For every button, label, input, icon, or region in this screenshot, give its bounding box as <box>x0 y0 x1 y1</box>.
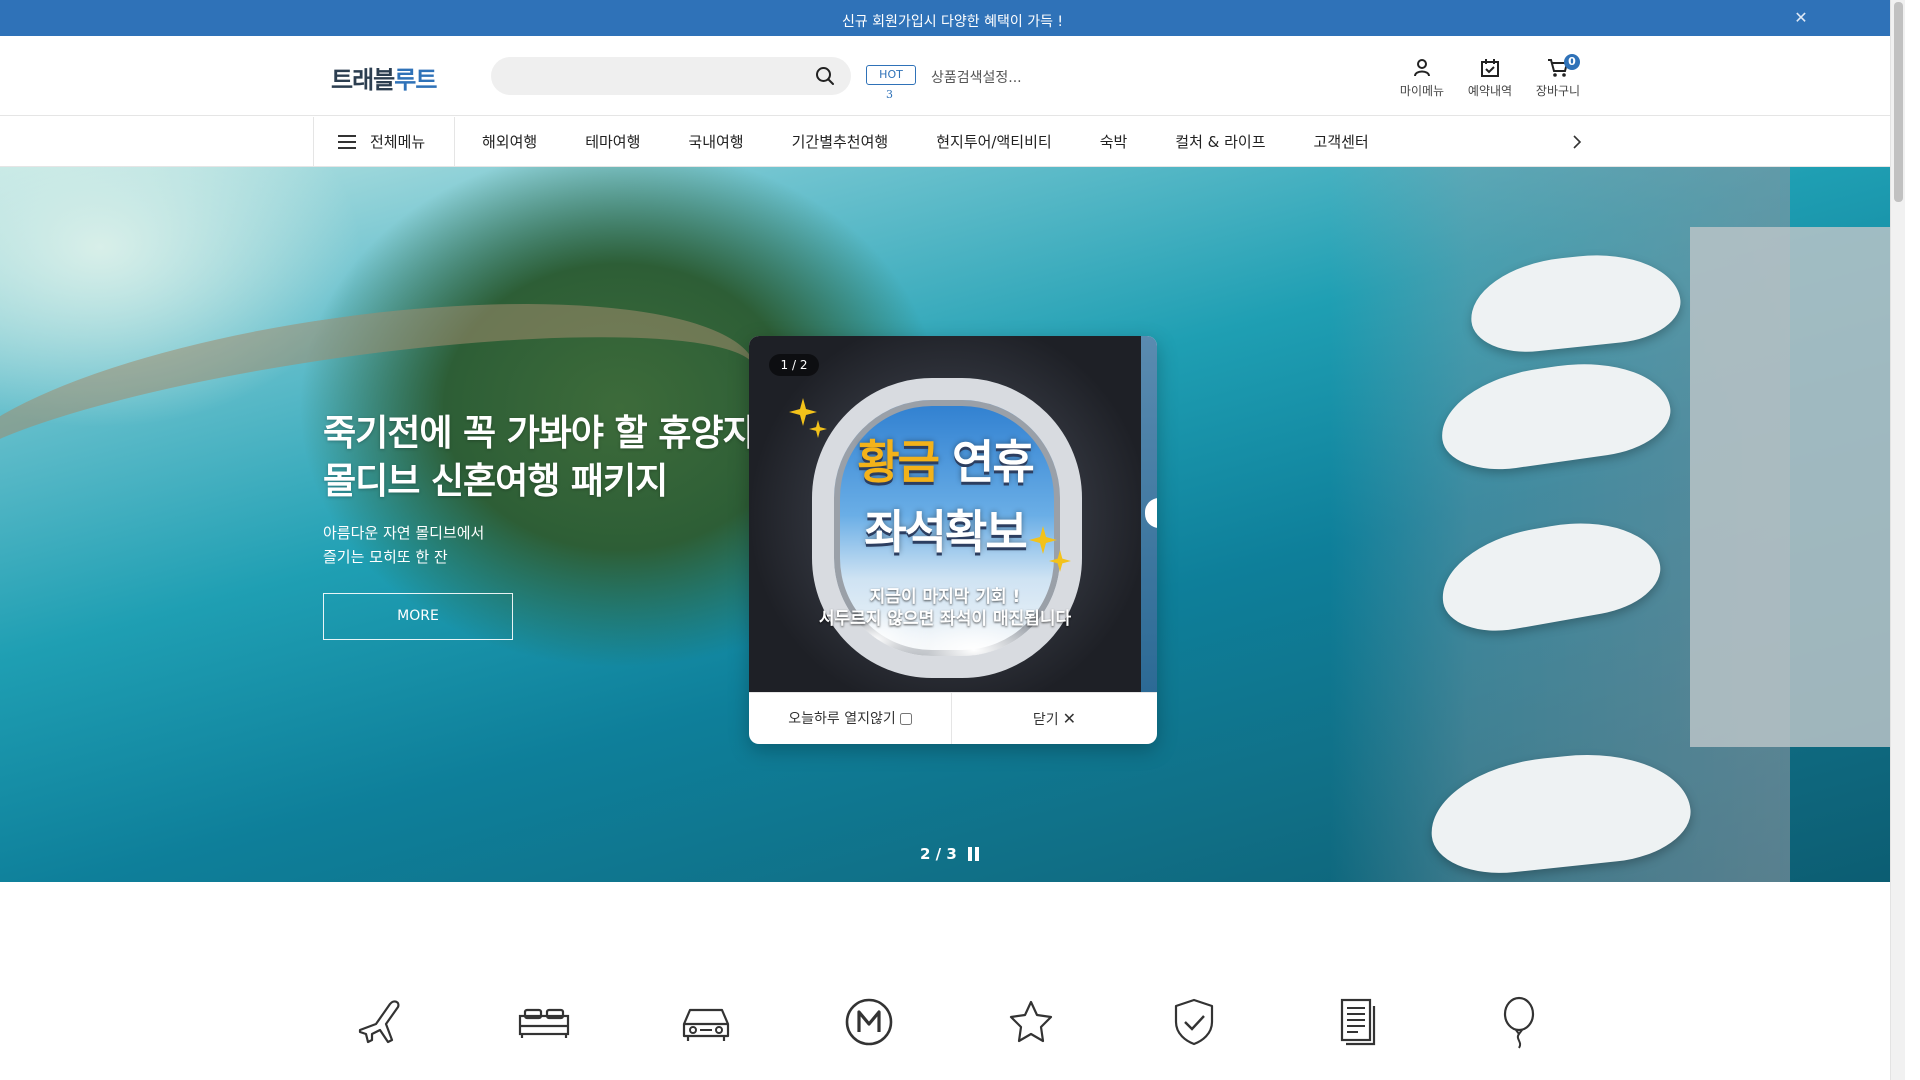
site-header: 트래블루트 HOT 3 상품검색설정... 마이메뉴 예약내역 0 장바구니 <box>0 36 1905 116</box>
search-icon[interactable] <box>815 66 835 86</box>
popup-headline-gold: 황금 <box>857 435 940 489</box>
airplane-icon[interactable] <box>354 994 410 1050</box>
shield-check-icon[interactable] <box>1166 994 1222 1050</box>
slide-counter: 2 / 3 <box>920 845 957 863</box>
pause-icon[interactable] <box>968 847 980 861</box>
popup-headline: 황금 연휴 <box>749 426 1141 492</box>
search-input[interactable] <box>509 66 799 86</box>
all-menu-button[interactable]: 전체메뉴 <box>313 117 455 167</box>
calendar-check-icon <box>1481 59 1499 77</box>
my-menu-label: 마이메뉴 <box>1399 84 1445 98</box>
car-icon[interactable] <box>678 994 734 1050</box>
hero-background-roof <box>1690 227 1905 747</box>
scrollbar-thumb[interactable] <box>1894 2 1903 202</box>
promo-popup: 1 / 2 황금 연휴 좌석확보 지금이 마지막 기회 ! 서두르지 않으면 좌… <box>749 336 1157 744</box>
search-box[interactable] <box>491 57 851 95</box>
close-icon[interactable]: ✕ <box>1793 10 1809 26</box>
main-nav: 전체메뉴 해외여행 테마여행 국내여행 기간별추천여행 현지투어/액티비티 숙박… <box>0 117 1905 167</box>
sparkle-icon <box>1049 550 1071 572</box>
popup-image[interactable]: 1 / 2 황금 연휴 좌석확보 지금이 마지막 기회 ! 서두르지 않으면 좌… <box>749 336 1141 692</box>
popup-headline-white: 연휴 <box>937 435 1035 489</box>
balloon-icon[interactable] <box>1491 994 1547 1050</box>
nav-item-stay[interactable]: 숙박 <box>1076 117 1152 167</box>
hot-badge: HOT <box>866 65 916 85</box>
reservations-label: 예약내역 <box>1467 84 1513 98</box>
close-icon: ✕ <box>1062 709 1077 728</box>
nav-item-culture[interactable]: 컬처 & 라이프 <box>1151 117 1289 167</box>
star-icon[interactable] <box>1003 994 1059 1050</box>
logo-part2: 루트 <box>394 66 437 94</box>
nav-item-overseas[interactable]: 해외여행 <box>458 117 561 167</box>
cart-button[interactable]: 0 장바구니 <box>1526 54 1590 99</box>
popup-headline2: 좌석확보 <box>864 505 1027 559</box>
nav-items: 해외여행 테마여행 국내여행 기간별추천여행 현지투어/액티비티 숙박 컬처 &… <box>458 117 1393 167</box>
nav-item-seasonal[interactable]: 기간별추천여행 <box>768 117 913 167</box>
dont-show-today-checkbox[interactable] <box>899 713 912 725</box>
nav-item-support[interactable]: 고객센터 <box>1290 117 1393 167</box>
hot-rank: 3 <box>886 88 893 101</box>
hamburger-icon <box>338 135 356 149</box>
document-icon[interactable] <box>1328 994 1384 1050</box>
person-icon <box>1414 59 1430 77</box>
hero-title: 죽기전에 꼭 가봐야 할 휴양지 몰디브 신혼여행 패키지 <box>323 413 756 502</box>
signup-banner[interactable]: 신규 회원가입시 다양한 혜택이 가득 ! ✕ <box>0 0 1905 36</box>
logo-part1: 트래블 <box>331 66 395 94</box>
popup-body: 지금이 마지막 기회 ! 서두르지 않으면 좌석이 매진됩니다 <box>818 587 1072 629</box>
more-button[interactable]: MORE <box>323 593 513 640</box>
all-menu-label: 전체메뉴 <box>370 133 426 151</box>
dont-show-today-label: 오늘하루 열지않기 <box>788 711 896 727</box>
bed-icon[interactable] <box>516 994 572 1050</box>
my-menu-button[interactable]: 마이메뉴 <box>1390 58 1454 99</box>
popup-counter: 1 / 2 <box>769 354 819 376</box>
reservations-button[interactable]: 예약내역 <box>1458 58 1522 99</box>
nav-item-domestic[interactable]: 국내여행 <box>664 117 767 167</box>
signup-banner-text: 신규 회원가입시 다양한 혜택이 가득 ! <box>841 14 1064 30</box>
popup-next-slide-peek[interactable] <box>1141 336 1157 692</box>
m-coin-icon[interactable] <box>841 994 897 1050</box>
popup-close-button[interactable]: 닫기 ✕ <box>952 693 1157 744</box>
cart-label: 장바구니 <box>1535 84 1581 98</box>
chevron-right-icon[interactable] <box>1568 133 1586 151</box>
page: 신규 회원가입시 다양한 혜택이 가득 ! ✕ 트래블루트 HOT 3 상품검색… <box>0 0 1905 1080</box>
sparkle-icon <box>809 420 827 438</box>
nav-item-tours[interactable]: 현지투어/액티비티 <box>912 117 1075 167</box>
popup-close-label: 닫기 <box>1032 712 1059 728</box>
nav-item-theme[interactable]: 테마여행 <box>561 117 664 167</box>
trending-keyword[interactable]: 상품검색설정... <box>931 67 1022 87</box>
category-icons <box>323 980 1583 1070</box>
hero-subtitle: 아름다운 자연 몰디브에서 즐기는 모히또 한 잔 <box>323 524 485 566</box>
popup-footer: 오늘하루 열지않기 닫기 ✕ <box>749 692 1157 744</box>
dont-show-today[interactable]: 오늘하루 열지않기 <box>749 693 952 744</box>
logo[interactable]: 트래블루트 <box>331 60 437 95</box>
cart-count-badge: 0 <box>1564 54 1580 70</box>
page-scrollbar[interactable] <box>1890 0 1905 1080</box>
